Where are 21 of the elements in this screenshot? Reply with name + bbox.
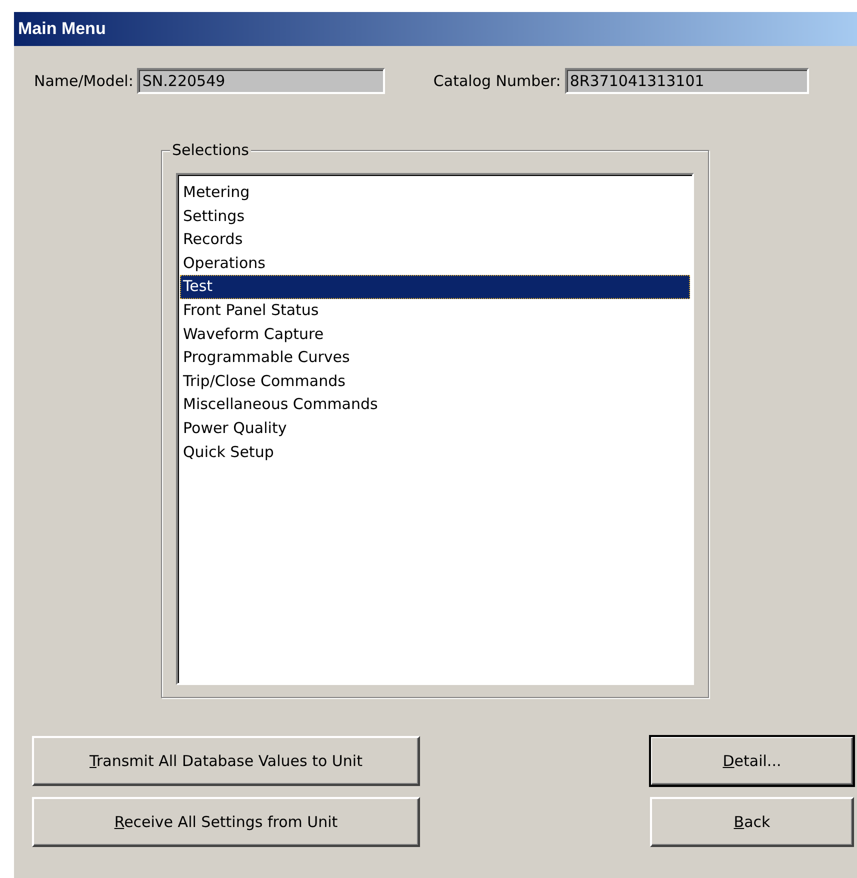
list-item[interactable]: Front Panel Status: [180, 298, 690, 323]
list-item[interactable]: Programmable Curves: [180, 346, 690, 370]
list-item[interactable]: Miscellaneous Commands: [180, 393, 690, 417]
action-button[interactable]: Receive All Settings from Unit: [32, 797, 420, 847]
window-title: Main Menu: [18, 19, 106, 39]
field-label: Name/Model:: [34, 72, 134, 90]
list-item[interactable]: Trip/Close Commands: [180, 370, 690, 394]
action-button[interactable]: Transmit All Database Values to Unit: [32, 736, 420, 786]
text-field[interactable]: 8R371041313101: [564, 68, 809, 94]
action-button[interactable]: Detail...: [650, 736, 854, 786]
list-item[interactable]: Waveform Capture: [180, 322, 690, 346]
action-button[interactable]: Back: [650, 797, 854, 847]
list-item[interactable]: Test: [180, 275, 690, 299]
list-item[interactable]: Records: [180, 228, 690, 252]
list-item[interactable]: Operations: [180, 252, 690, 276]
list-item[interactable]: Quick Setup: [180, 440, 690, 464]
text-field[interactable]: SN.220549: [137, 68, 386, 94]
field-label: Catalog Number:: [433, 72, 561, 90]
list-item[interactable]: Settings: [180, 204, 690, 228]
list-item[interactable]: Metering: [180, 181, 690, 205]
list-item[interactable]: Power Quality: [180, 416, 690, 441]
